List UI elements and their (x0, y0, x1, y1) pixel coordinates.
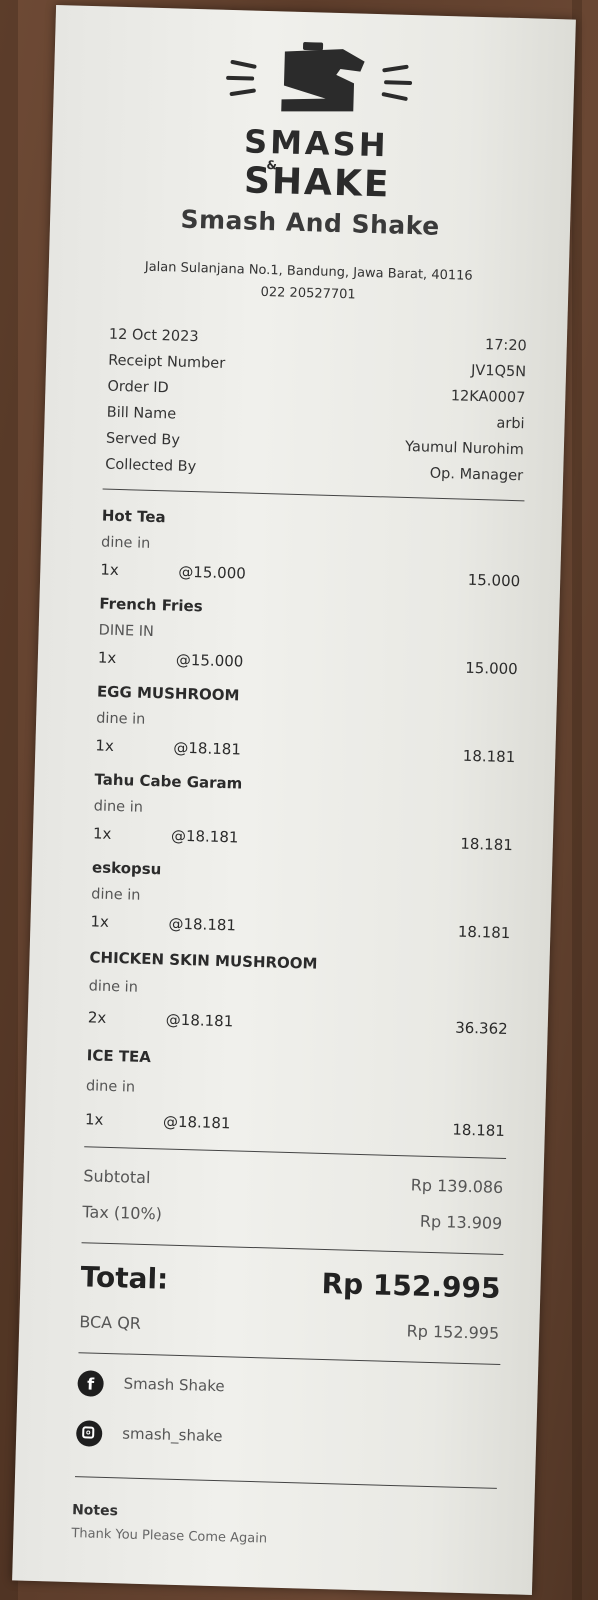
item-qty: 1x (97, 648, 117, 667)
speed-lines-left-icon (226, 59, 257, 96)
item-line: 1x @18.181 18.181 (95, 736, 515, 770)
divider (81, 1242, 504, 1256)
total-label: Total: (80, 1260, 169, 1296)
item-line: 1x @15.000 15.000 (98, 648, 518, 682)
item-mode: dine in (88, 978, 139, 996)
item-qty: 1x (95, 736, 115, 755)
item-name: Tahu Cabe Garam (94, 770, 243, 793)
order-id-value: 12KA0007 (450, 388, 526, 407)
item-unit-price: @18.181 (165, 1010, 234, 1031)
logo-smash-text: SMASH (244, 122, 389, 164)
bill-name-label: Bill Name (106, 404, 177, 423)
collected-by-label: Collected By (105, 456, 197, 476)
facebook-icon: f (77, 1370, 104, 1397)
item-name: French Fries (99, 594, 203, 616)
item-unit-price: @18.181 (168, 914, 237, 935)
item-amount: 18.181 (457, 922, 511, 943)
item-unit-price: @18.181 (162, 1112, 231, 1133)
subtotal-value: Rp 139.086 (410, 1175, 504, 1197)
item-mode: dine in (93, 798, 144, 816)
item-unit-price: @18.181 (170, 826, 239, 847)
item-name: EGG MUSHROOM (96, 682, 240, 705)
receipt-paper: SMASH & SHAKE Smash And Shake Jalan Sula… (12, 5, 576, 1595)
instagram-row: smash_shake (75, 1420, 223, 1450)
item-mode: DINE IN (98, 622, 155, 641)
facebook-row: f Smash Shake (77, 1370, 225, 1400)
item-amount: 18.181 (460, 834, 514, 855)
tax-row: Tax (10%) Rp 13.909 (82, 1202, 503, 1238)
item-unit-price: @15.000 (175, 650, 244, 671)
shop-name: Smash And Shake (180, 204, 441, 241)
subtotal-row: Subtotal Rp 139.086 (83, 1166, 504, 1202)
tax-value: Rp 13.909 (419, 1211, 503, 1233)
order-id-label: Order ID (107, 378, 169, 397)
logo-shake-text: SHAKE (243, 160, 390, 205)
item-name: eskopsu (91, 858, 162, 879)
item-qty: 1x (90, 912, 110, 931)
instagram-handle: smash_shake (121, 1424, 223, 1446)
item-amount: 15.000 (465, 658, 518, 679)
bill-name-value: arbi (496, 415, 525, 433)
item-line: 2x @18.181 36.362 (87, 1008, 508, 1042)
wood-grain (0, 0, 18, 1600)
item-name: CHICKEN SKIN MUSHROOM (89, 948, 318, 973)
divider (75, 1476, 497, 1489)
item-line: 1x @18.181 18.181 (85, 1110, 505, 1144)
divider (84, 1146, 507, 1160)
item-name: ICE TEA (86, 1046, 152, 1067)
receipt-number-label: Receipt Number (107, 352, 226, 372)
receipt-date: 12 Oct 2023 (108, 326, 199, 346)
notes-text: Thank You Please Come Again (71, 1526, 268, 1547)
wood-grain (572, 0, 582, 1600)
payment-method: BCA QR (79, 1312, 142, 1333)
tax-label: Tax (10%) (82, 1202, 163, 1224)
served-by-label: Served By (105, 430, 181, 449)
receipt-number-value: JV1Q5N (470, 362, 527, 381)
divider (78, 1352, 501, 1365)
speed-lines-right-icon (381, 64, 413, 101)
item-amount: 15.000 (467, 570, 521, 591)
item-amount: 36.362 (454, 1018, 508, 1039)
receipt-time: 17:20 (484, 337, 527, 355)
facebook-handle: Smash Shake (123, 1374, 225, 1396)
subtotal-label: Subtotal (83, 1166, 151, 1188)
item-mode: dine in (100, 534, 151, 552)
served-by-value: Yaumul Nurohim (404, 438, 525, 459)
item-qty: 1x (100, 560, 120, 580)
burger-cup-icon (281, 42, 365, 112)
item-name: Hot Tea (101, 506, 166, 527)
item-amount: 18.181 (452, 1120, 506, 1141)
item-unit-price: @15.000 (178, 562, 247, 583)
item-qty: 2x (87, 1008, 107, 1027)
item-mode: dine in (85, 1078, 136, 1096)
total-value: Rp 152.995 (321, 1266, 501, 1305)
total-row: Total: Rp 152.995 (80, 1260, 501, 1312)
item-amount: 18.181 (462, 746, 516, 767)
payment-row: BCA QR Rp 152.995 (79, 1312, 500, 1348)
instagram-icon (75, 1420, 103, 1447)
smash-shake-logo: SMASH & SHAKE (226, 42, 413, 205)
item-line: 1x @15.000 15.000 (100, 561, 520, 595)
collected-by-value: Op. Manager (429, 465, 524, 485)
item-line: 1x @18.181 18.181 (90, 912, 510, 946)
divider (102, 488, 525, 502)
item-mode: dine in (95, 710, 146, 728)
notes-heading: Notes (71, 1502, 119, 1520)
item-qty: 1x (92, 824, 112, 843)
item-qty: 1x (84, 1110, 104, 1129)
item-mode: dine in (91, 886, 141, 904)
item-line: 1x @18.181 18.181 (93, 824, 513, 858)
item-unit-price: @18.181 (173, 738, 242, 759)
payment-amount: Rp 152.995 (406, 1321, 500, 1343)
